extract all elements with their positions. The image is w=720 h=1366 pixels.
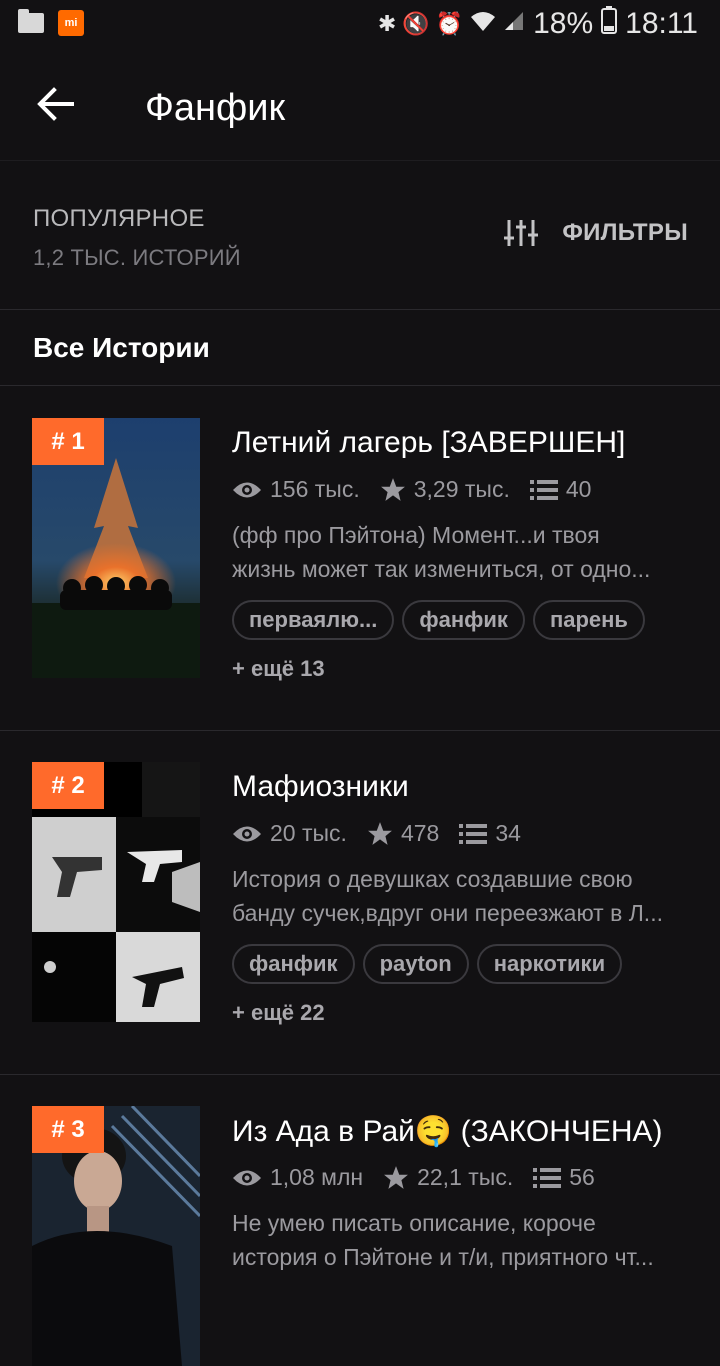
- story-stats: 156 тыс. 3,29 тыс. 40: [232, 476, 611, 503]
- battery-percent: 18%: [533, 7, 594, 40]
- eye-icon: [233, 1170, 261, 1185]
- votes-count: 3,29 тыс.: [413, 476, 510, 502]
- views-count: 20 тыс.: [270, 820, 347, 846]
- star-icon: [384, 1165, 409, 1189]
- rank-badge: # 2: [32, 762, 104, 809]
- views-count: 156 тыс.: [270, 476, 360, 502]
- bluetooth-icon: ✱: [377, 11, 397, 36]
- sort-selector[interactable]: ПОПУЛЯРНОЕ 1,2 ТЫС. ИСТОРИЙ: [33, 205, 241, 271]
- list-icon: [459, 823, 488, 844]
- rank-badge: # 1: [32, 418, 104, 465]
- parts-count: 34: [495, 820, 521, 846]
- list-icon: [529, 479, 558, 500]
- filters-button[interactable]: ФИЛЬТРЫ: [504, 218, 688, 248]
- clock: 18:11: [625, 7, 698, 40]
- section-title: Все Истории: [33, 332, 210, 363]
- tag-chip[interactable]: наркотики: [476, 944, 623, 984]
- tag-list: фанфик payton наркотики: [232, 944, 623, 984]
- tag-chip[interactable]: парень: [532, 600, 645, 640]
- tag-chip[interactable]: перваялю...: [232, 600, 395, 640]
- story-description: (фф про Пэйтона) Момент...и твоя жизнь м…: [232, 522, 651, 582]
- tag-list: перваялю... фанфик парень: [232, 600, 645, 640]
- mute-icon: 🔇: [402, 11, 430, 36]
- rank-badge: # 3: [32, 1106, 104, 1153]
- app-bar: Фанфик: [0, 50, 720, 161]
- story-stats: 1,08 млн 22,1 тыс. 56: [232, 1164, 615, 1191]
- back-button[interactable]: [34, 82, 78, 126]
- divider: [0, 385, 720, 386]
- tag-chip[interactable]: payton: [362, 944, 469, 984]
- divider: [0, 730, 720, 731]
- parts-count: 56: [569, 1164, 595, 1190]
- divider: [0, 1074, 720, 1075]
- battery-icon: [601, 6, 618, 42]
- star-icon: [380, 477, 405, 501]
- more-tags-link[interactable]: + ещё 22: [232, 1000, 325, 1026]
- votes-count: 22,1 тыс.: [417, 1164, 514, 1190]
- page-title: Фанфик: [145, 87, 286, 129]
- status-bar: mi ✱ 🔇 ⏰ 18% 18:11: [0, 0, 720, 50]
- story-count: 1,2 ТЫС. ИСТОРИЙ: [33, 245, 241, 270]
- story-title[interactable]: Из Ада в Рай🤤 (ЗАКОНЧЕНА): [232, 1114, 663, 1149]
- eye-icon: [233, 482, 261, 497]
- story-description: История о девушках создавшие свою банду …: [232, 866, 663, 926]
- wifi-icon: [469, 9, 497, 39]
- tag-chip[interactable]: фанфик: [232, 944, 355, 984]
- folder-icon: [18, 9, 44, 33]
- filters-label: ФИЛЬТРЫ: [562, 219, 688, 246]
- story-title[interactable]: Мафиозники: [232, 770, 409, 804]
- views-count: 1,08 млн: [270, 1164, 364, 1190]
- story-title[interactable]: Летний лагерь [ЗАВЕРШЕН]: [232, 426, 625, 460]
- parts-count: 40: [565, 476, 592, 502]
- arrow-left-icon: [37, 87, 74, 121]
- sort-label: ПОПУЛЯРНОЕ: [33, 205, 205, 232]
- sliders-icon: [504, 220, 539, 246]
- list-icon: [533, 1167, 562, 1188]
- mi-app-icon: mi: [58, 10, 84, 36]
- star-icon: [368, 821, 392, 845]
- votes-count: 478: [400, 820, 440, 846]
- eye-icon: [233, 826, 261, 841]
- story-description: Не умею писать описание, короче история …: [232, 1210, 654, 1270]
- signal-icon: [503, 10, 525, 38]
- divider: [0, 309, 720, 310]
- tag-chip[interactable]: фанфик: [402, 600, 525, 640]
- more-tags-link[interactable]: + ещё 13: [232, 656, 325, 682]
- story-stats: 20 тыс. 478 34: [232, 820, 541, 847]
- alarm-icon: ⏰: [435, 11, 464, 36]
